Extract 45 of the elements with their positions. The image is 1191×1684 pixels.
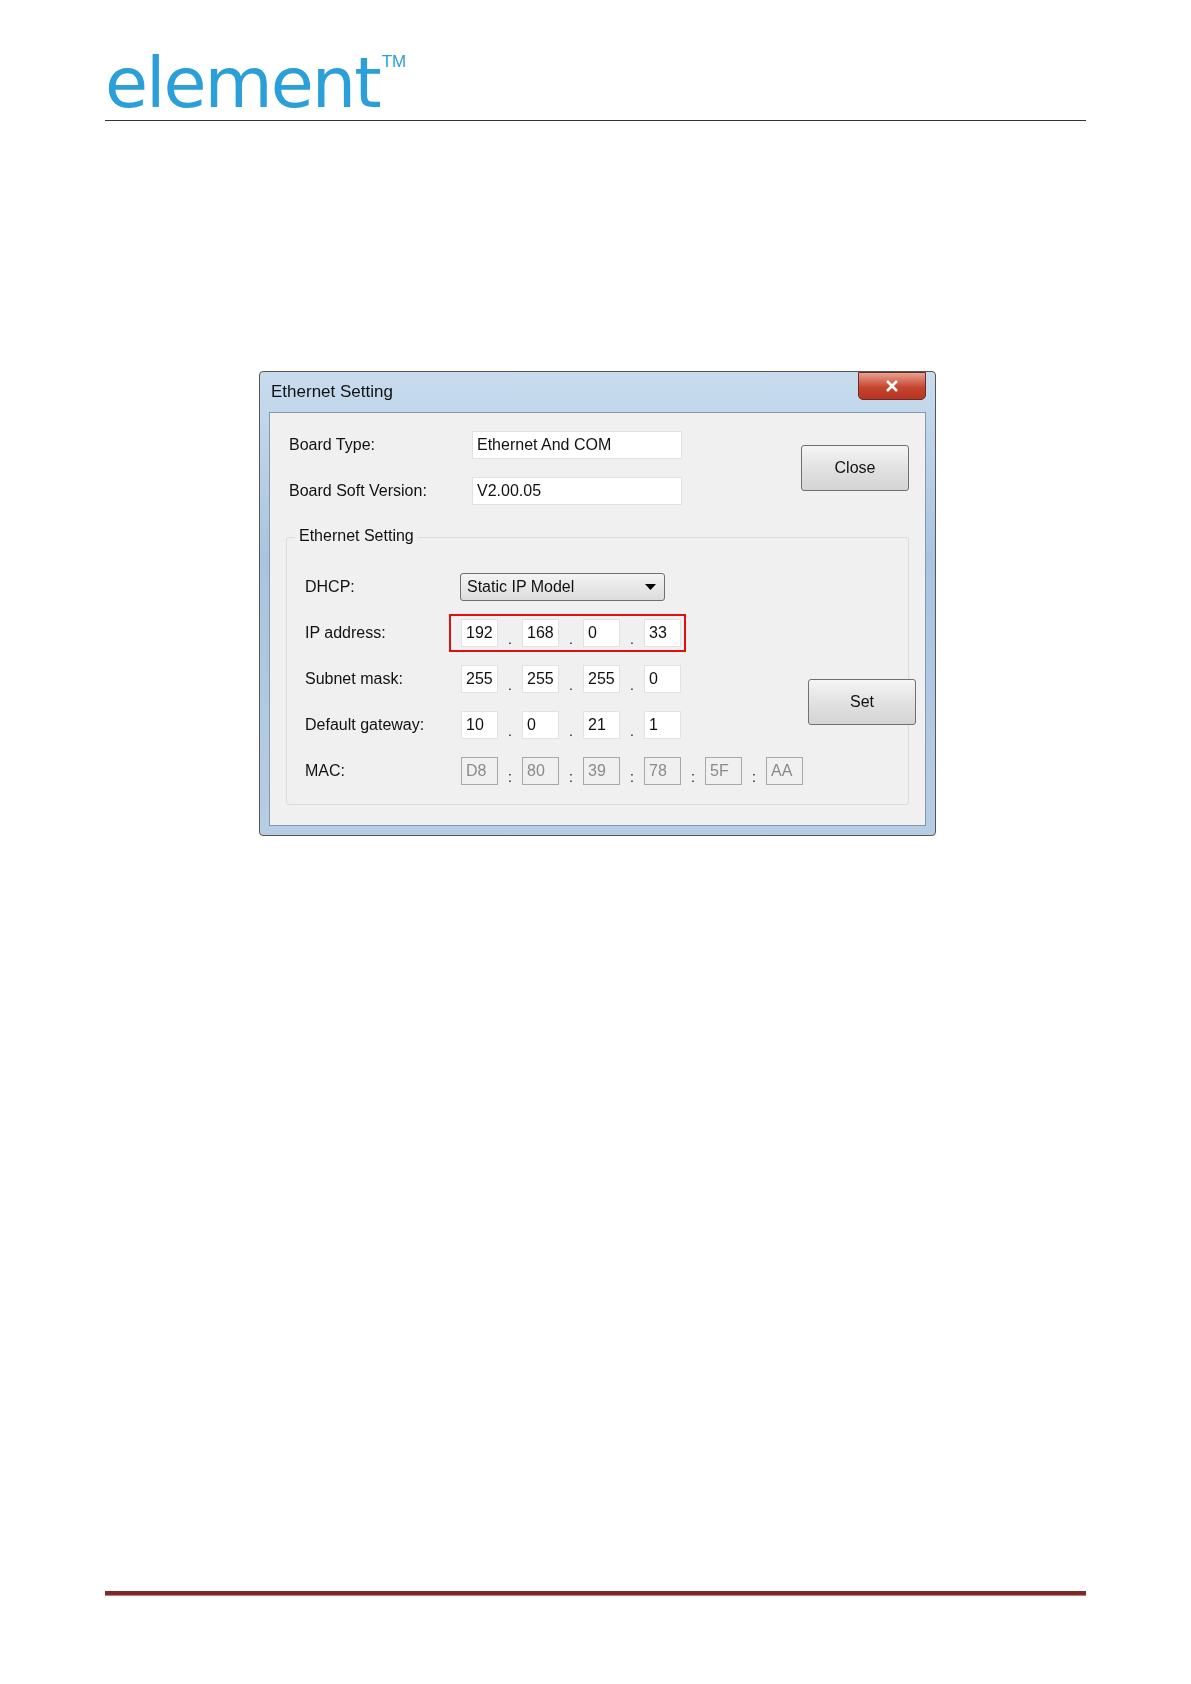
separator: : [629, 769, 635, 785]
separator: : [751, 769, 757, 785]
field-label: Board Soft Version: [289, 482, 428, 500]
text-field[interactable]: V2.00.05 [472, 477, 682, 505]
octet-field[interactable]: 255 [522, 665, 559, 693]
close-icon [885, 380, 899, 392]
field-label: IP address: [305, 624, 387, 642]
octet-field[interactable]: 1 [644, 711, 681, 739]
separator: . [568, 723, 574, 739]
separator: . [507, 631, 513, 647]
octet-field[interactable]: 33 [644, 619, 681, 647]
separator: . [629, 723, 635, 739]
separator: . [629, 677, 635, 693]
dropdown[interactable]: Static IP Model [460, 573, 665, 601]
separator: : [507, 769, 513, 785]
field-label: Subnet mask: [305, 670, 404, 688]
separator: . [568, 631, 574, 647]
octet-field[interactable]: 0 [583, 619, 620, 647]
octet-field[interactable]: 10 [461, 711, 498, 739]
field-label: MAC: [305, 762, 346, 780]
set-button[interactable]: Set [808, 679, 916, 725]
group-title: Ethernet Setting [295, 527, 418, 545]
text-field[interactable]: Ethernet And COM [472, 431, 682, 459]
field-label: Board Type: [289, 436, 376, 454]
logo-wordmark: element [105, 52, 380, 114]
octet-field[interactable]: 0 [522, 711, 559, 739]
separator: . [568, 677, 574, 693]
octet-field[interactable]: 192 [461, 619, 498, 647]
field-label: DHCP: [305, 578, 356, 596]
separator: : [568, 769, 574, 785]
separator: . [629, 631, 635, 647]
octet-field[interactable]: 21 [583, 711, 620, 739]
window-title: Ethernet Setting [270, 382, 393, 402]
octet-field[interactable]: 255 [583, 665, 620, 693]
close-window-button[interactable] [858, 372, 926, 400]
close-button[interactable]: Close [801, 445, 909, 491]
trademark-mark: TM [381, 52, 407, 72]
octet-field[interactable]: 0 [644, 665, 681, 693]
field-label: Default gateway: [305, 716, 426, 734]
separator: . [507, 677, 513, 693]
octet-field[interactable]: 168 [522, 619, 559, 647]
separator: : [690, 769, 696, 785]
octet-field[interactable]: 255 [461, 665, 498, 693]
dropdown-arrow-icon [645, 584, 656, 590]
separator: . [507, 723, 513, 739]
